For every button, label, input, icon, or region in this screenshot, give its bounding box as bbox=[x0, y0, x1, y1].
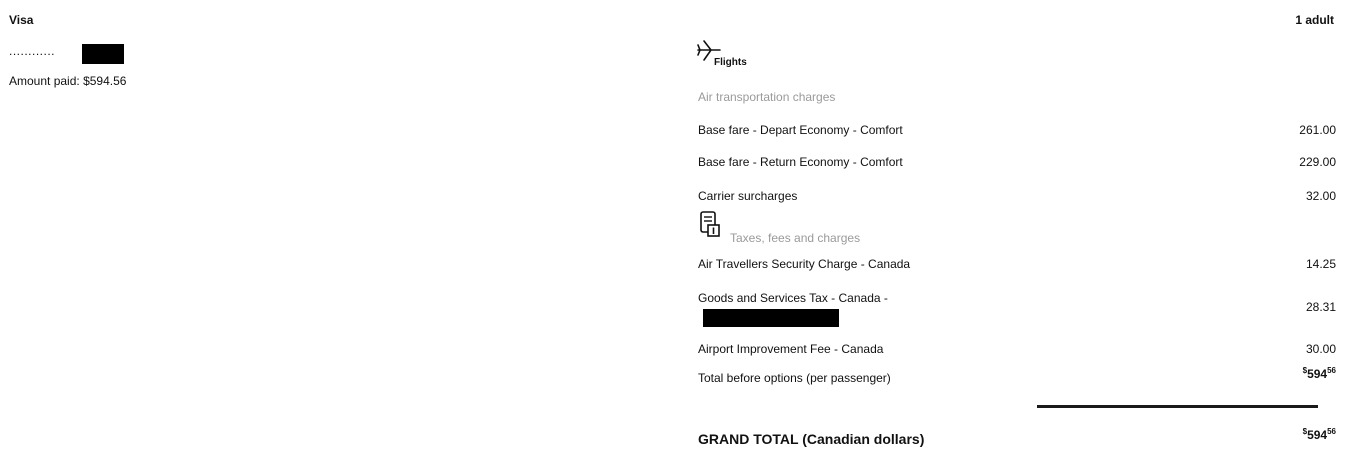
line-item-amount: 30.00 bbox=[1305, 342, 1336, 356]
line-item-label: Base fare - Return Economy - Comfort bbox=[698, 155, 903, 169]
amount-paid-label: Amount paid bbox=[9, 74, 77, 88]
line-item-label: Base fare - Depart Economy - Comfort bbox=[698, 123, 903, 137]
payment-method: Visa bbox=[9, 13, 34, 27]
line-item-label: Goods and Services Tax - Canada - bbox=[698, 291, 888, 305]
line-item-amount: 229.00 bbox=[1299, 155, 1336, 169]
line-item-amount: 28.31 bbox=[1305, 300, 1336, 314]
line-item-label: Air Travellers Security Charge - Canada bbox=[698, 257, 911, 271]
amount-whole: 594 bbox=[1307, 428, 1328, 442]
line-item-amount: 32.00 bbox=[1305, 189, 1336, 203]
line-item-amount: 261.00 bbox=[1299, 123, 1336, 137]
redaction-bar bbox=[703, 309, 839, 327]
amount-paid-value: $594.56 bbox=[83, 74, 127, 88]
total-divider bbox=[1037, 405, 1318, 408]
total-before-options-label: Total before options (per passenger) bbox=[698, 371, 891, 385]
amount-paid: Amount paid: $594.56 bbox=[9, 74, 127, 88]
amount-cents: 56 bbox=[1327, 366, 1336, 375]
amount-whole: 594 bbox=[1307, 367, 1328, 381]
redaction-bar bbox=[82, 44, 124, 64]
line-item-label: Airport Improvement Fee - Canada bbox=[698, 342, 884, 356]
total-before-options-amount: $59456 bbox=[1303, 366, 1336, 381]
receipt-icon bbox=[700, 211, 720, 237]
line-item-amount: 14.25 bbox=[1305, 257, 1336, 271]
amount-cents: 56 bbox=[1327, 427, 1336, 436]
card-number-masked: ............ bbox=[9, 44, 56, 58]
grand-total-label: GRAND TOTAL (Canadian dollars) bbox=[698, 431, 925, 447]
grand-total-amount: $59456 bbox=[1303, 427, 1336, 442]
flights-heading: Flights bbox=[714, 57, 747, 68]
air-charges-heading: Air transportation charges bbox=[698, 90, 836, 104]
passenger-count: 1 adult bbox=[1295, 13, 1334, 27]
line-item-label: Carrier surcharges bbox=[698, 189, 798, 203]
taxes-heading: Taxes, fees and charges bbox=[730, 231, 861, 245]
